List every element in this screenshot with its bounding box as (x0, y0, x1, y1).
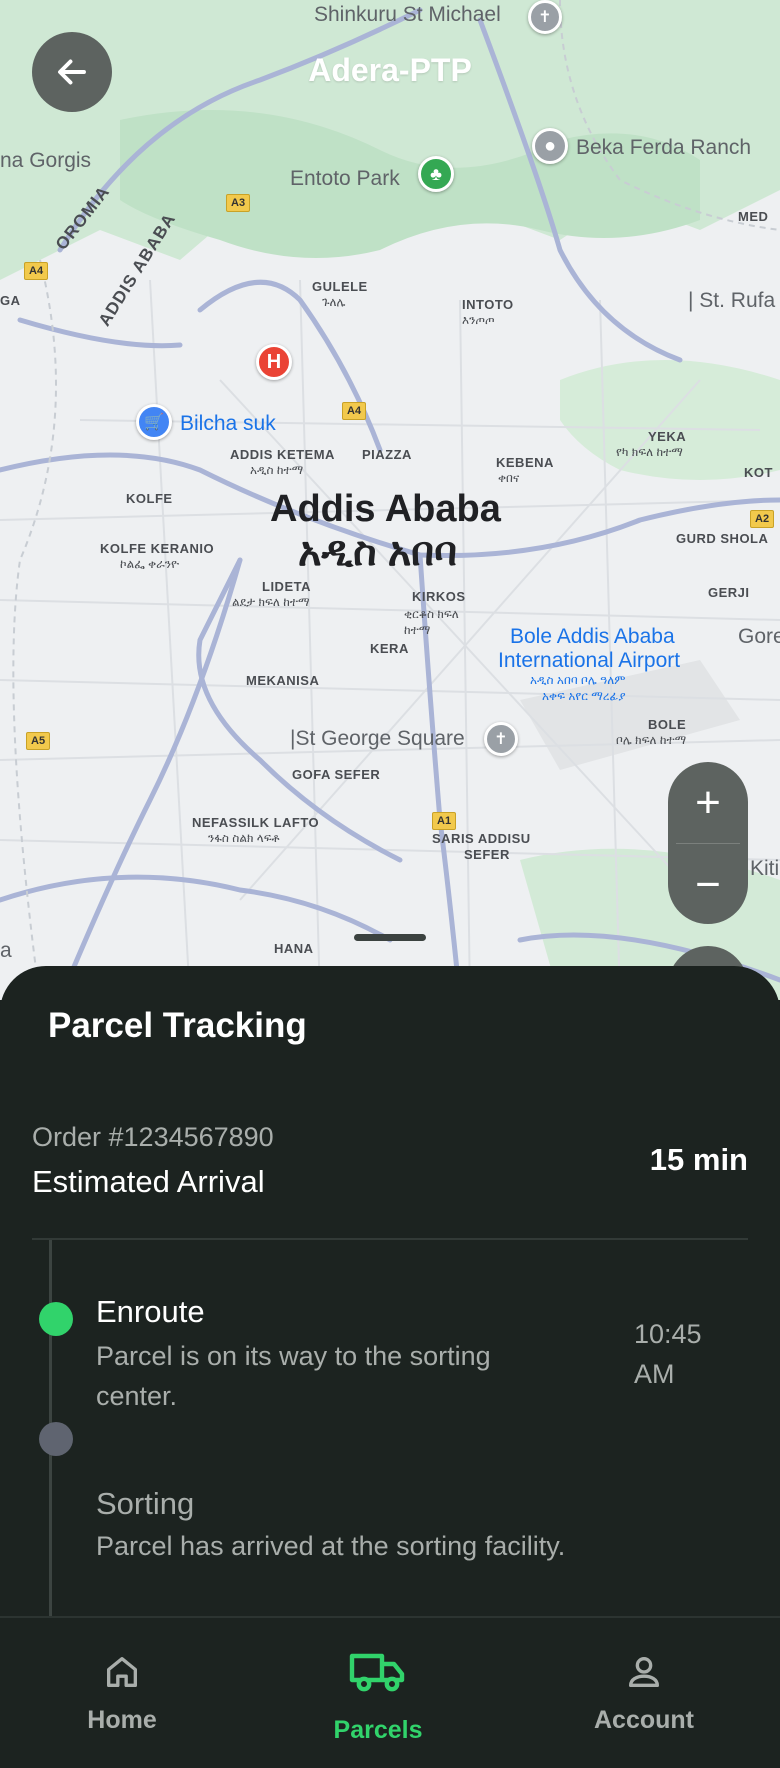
map-label-gulele: GULELE (312, 279, 368, 294)
map-label-gurd-shola: GURD SHOLA (676, 531, 769, 546)
nav-label-parcels: Parcels (333, 1716, 423, 1744)
home-icon (107, 1657, 137, 1687)
park-pin-icon[interactable]: ♣ (418, 156, 454, 192)
road-shield-a2: A2 (750, 510, 775, 528)
ranch-pin-icon[interactable]: ● (532, 128, 568, 164)
map-label-gorgis: na Gorgis (0, 149, 92, 172)
map-label-a: a (0, 939, 12, 962)
map-label-shinkuru: Shinkuru St Michael (314, 3, 501, 26)
map-label-city: Addis Ababa (270, 488, 501, 530)
map-label-ga: GA (0, 293, 21, 308)
map-label-kolfe-keranio-amh: ኮልፌ ቀራንዮ (120, 557, 180, 571)
map-label-kebena-amh: ቀበና (498, 471, 520, 485)
map-label-airport-line2: International Airport (498, 649, 681, 672)
map-label-bole-amh: ቦሌ ክፍለ ከተማ (616, 733, 687, 747)
map-label-gerji: GERJI (708, 585, 750, 600)
road-shield-a4-mid: A4 (342, 402, 367, 420)
timeline-dot-pending (39, 1422, 73, 1456)
zoom-out-button[interactable]: − (668, 844, 748, 924)
map-label-gofa: GOFA SEFER (292, 767, 381, 782)
step-time-enroute: 10:45 AM (634, 1314, 744, 1394)
eta-value: 15 min (649, 1142, 748, 1177)
truck-icon (349, 1653, 405, 1692)
map-label-nefas: NEFASSILK LAFTO (192, 815, 320, 830)
map-label-yeka: YEKA (648, 429, 687, 444)
map-label-yeka-amh: የካ ክፍለ ከተማ (616, 445, 683, 459)
map-label-piazza: PIAZZA (362, 447, 412, 462)
map-label-gore: Gore (738, 625, 780, 648)
map-label-saris: SARIS ADDISU (432, 831, 531, 846)
shopping-pin-icon[interactable]: 🛒 (136, 404, 172, 440)
nav-label-account: Account (594, 1706, 694, 1734)
map-label-st-rufa: | St. Rufa (688, 289, 776, 312)
eta-label: Estimated Arrival (32, 1164, 265, 1199)
step-desc-sorting: Parcel has arrived at the sorting facili… (96, 1531, 566, 1561)
map-label-airport-line1: Bole Addis Ababa (510, 625, 675, 648)
road-shield-a1: A1 (432, 812, 457, 830)
map-label-gulele-amh: ጉለሌ (322, 295, 346, 309)
nav-item-parcels[interactable]: Parcels (278, 1618, 478, 1768)
zoom-in-button[interactable]: + (668, 762, 748, 843)
map-label-bilcha: Bilcha suk (180, 412, 276, 435)
map-label-entoto: Entoto Park (290, 167, 400, 190)
sheet-drag-handle[interactable] (354, 934, 426, 941)
map-label-mekanisa: MEKANISA (246, 673, 320, 688)
map-label-nefas-amh: ንፋስ ስልክ ላፍቶ (208, 831, 280, 845)
map-label-kolfe-keranio: KOLFE KERANIO (100, 541, 215, 556)
map-label-airport-amh1: አዲስ አበባ ቦሌ ዓለም (530, 673, 626, 687)
divider (32, 1238, 748, 1240)
sheet-title: Parcel Tracking (48, 1006, 307, 1045)
app-title: Adera-PTP (308, 52, 472, 88)
map-label-kebena: KEBENA (496, 455, 554, 470)
church-pin-icon[interactable]: ✝ (528, 0, 562, 34)
nav-item-home[interactable]: Home (22, 1618, 222, 1768)
map-label-city-amh: አዲስ አበባ (298, 530, 457, 574)
zoom-controls: + − (668, 762, 748, 924)
map-label-bole: BOLE (648, 717, 687, 732)
map-label-addis-ketema-amh: አዲስ ከተማ (250, 463, 304, 477)
order-number: Order #1234567890 (32, 1122, 274, 1152)
map-label-kirkos-amh: ቂርቆስ ክፍለ ከተማ (404, 607, 459, 637)
map-label-lideta-amh: ልደታ ክፍለ ከተማ (232, 595, 310, 609)
map-label-lideta: LIDETA (262, 579, 311, 594)
step-time-line2: AM (634, 1359, 675, 1389)
map-label-addis-ketema: ADDIS KETEMA (230, 447, 335, 462)
map-label-intoto-amh: እንጦጦ (462, 313, 495, 327)
map-label-kolfe: KOLFE (126, 491, 173, 506)
monument-pin-icon[interactable]: ✝ (484, 722, 518, 756)
road-shield-a3: A3 (226, 194, 251, 212)
hospital-pin-icon[interactable]: H (256, 344, 292, 380)
step-desc-enroute: Parcel is on its way to the sorting cent… (96, 1341, 491, 1411)
map-label-st-george: |St George Square (290, 727, 465, 750)
road-shield-a5: A5 (26, 732, 51, 750)
map-label-kiti: Kiti (750, 857, 780, 880)
map-label-kirkos: KIRKOS (412, 589, 466, 604)
step-time-line1: 10:45 (634, 1319, 702, 1349)
map-label-sefer: SEFER (464, 847, 510, 862)
step-title-enroute: Enroute (96, 1294, 205, 1329)
map-label-beka: Beka Ferda Ranch (576, 136, 752, 159)
map-label-airport-amh2: አቀፍ አየር ማረፊያ (542, 689, 626, 703)
map-label-med: MED (738, 209, 769, 224)
person-icon (629, 1657, 659, 1687)
map-label-hana: HANA (274, 941, 314, 956)
nav-label-home: Home (87, 1706, 157, 1734)
map-label-intoto: INTOTO (462, 297, 514, 312)
tracking-sheet: Parcel Tracking Order #1234567890 Estima… (0, 966, 780, 1616)
map-label-kera: KERA (370, 641, 409, 656)
map-view[interactable]: Shinkuru St Michael ✝ na Gorgis Entoto P… (0, 0, 780, 1000)
step-title-sorting: Sorting (96, 1486, 195, 1521)
timeline-dot-active (39, 1302, 73, 1336)
map-label-kot: KOT (744, 465, 773, 480)
nav-item-account[interactable]: Account (544, 1618, 744, 1768)
bottom-nav: Home Parcels Account (0, 1616, 780, 1768)
road-shield-a4-left: A4 (24, 262, 49, 280)
